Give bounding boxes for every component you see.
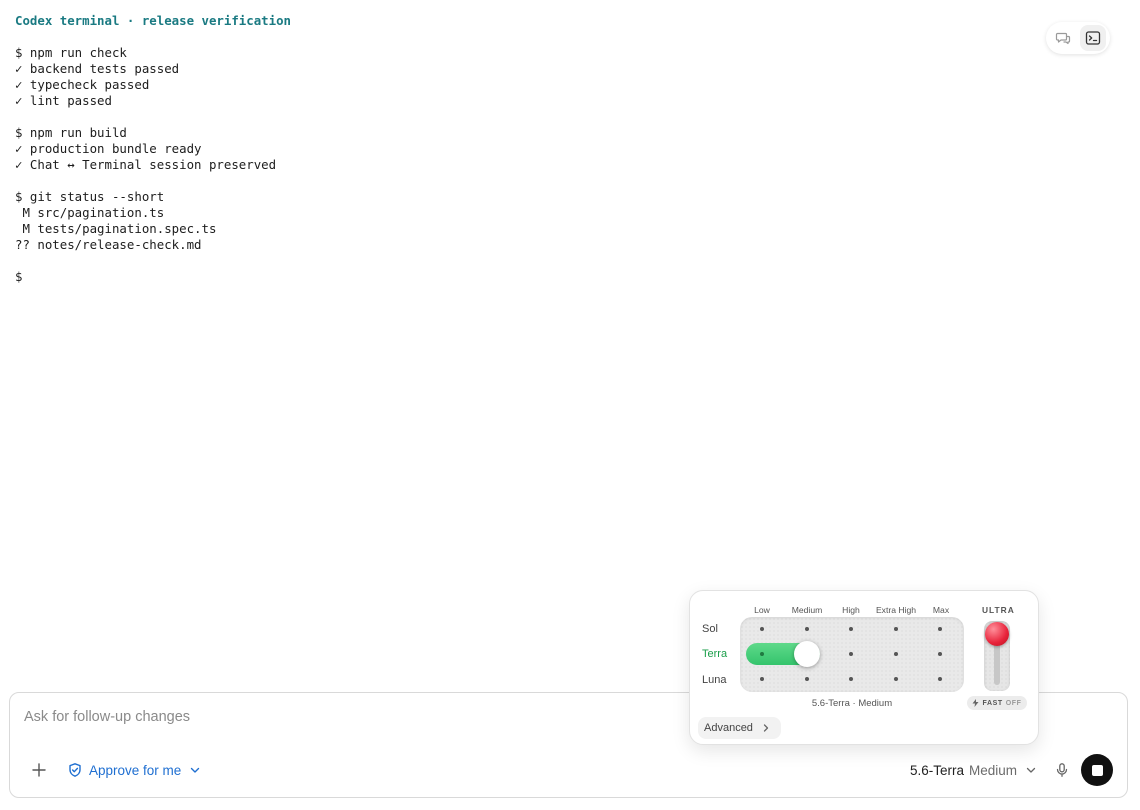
level-dot[interactable] xyxy=(849,652,853,656)
selection-caption: 5.6-Terra · Medium xyxy=(811,698,893,709)
model-row-luna[interactable]: Luna xyxy=(702,674,726,686)
follow-up-input[interactable] xyxy=(24,707,664,727)
model-name: 5.6-Terra xyxy=(910,762,965,778)
terminal-line: M src/pagination.ts xyxy=(15,205,165,220)
ultra-label: ULTRA xyxy=(982,605,1015,615)
terminal-line: ✓ Chat ↔ Terminal session preserved xyxy=(15,157,277,172)
fast-state: OFF xyxy=(1005,699,1022,707)
advanced-button[interactable]: Advanced xyxy=(698,717,781,739)
level-label-high[interactable]: High xyxy=(842,605,860,615)
terminal-block-build: $ npm run build ✓ production bundle read… xyxy=(15,125,291,173)
terminal-prompt[interactable]: $ xyxy=(15,269,291,285)
ultra-toggle[interactable] xyxy=(984,621,1010,691)
level-dot[interactable] xyxy=(894,652,898,656)
chat-icon xyxy=(1055,32,1071,45)
microphone-icon xyxy=(1056,763,1068,777)
fast-label: FAST xyxy=(982,699,1003,707)
terminal-line: $ git status --short xyxy=(15,189,165,204)
chevron-down-icon xyxy=(191,767,200,773)
approve-mode-button[interactable]: Approve for me xyxy=(67,759,201,781)
level-label-medium[interactable]: Medium xyxy=(792,605,823,615)
model-selector-button[interactable]: 5.6-Terra Medium xyxy=(910,759,1037,781)
stop-icon xyxy=(1091,764,1103,776)
level-dot[interactable] xyxy=(894,677,898,681)
ultra-toggle-knob[interactable] xyxy=(985,622,1009,646)
level-label-extra-high[interactable]: Extra High xyxy=(876,605,916,615)
level-label-low[interactable]: Low xyxy=(754,605,770,615)
terminal-line: ✓ backend tests passed xyxy=(15,61,180,76)
terminal-output: Codex terminal · release verification $ … xyxy=(15,13,291,285)
terminal-line: ✓ lint passed xyxy=(15,93,112,108)
model-picker-popover: Low Medium High Extra High Max Sol Terra… xyxy=(689,590,1039,745)
level-dot[interactable] xyxy=(849,627,853,631)
level-dot[interactable] xyxy=(849,677,853,681)
level-dot[interactable] xyxy=(894,627,898,631)
terminal-line: ✓ production bundle ready xyxy=(15,141,202,156)
voice-input-button[interactable] xyxy=(1051,759,1073,781)
level-dot[interactable] xyxy=(760,627,764,631)
terminal-view-button[interactable] xyxy=(1080,25,1106,51)
approve-mode-label: Approve for me xyxy=(89,762,182,778)
lightning-icon xyxy=(972,699,979,707)
plus-icon xyxy=(32,763,46,777)
reasoning-level-grid[interactable] xyxy=(740,617,964,692)
shield-check-icon xyxy=(69,763,81,777)
model-row-terra[interactable]: Terra xyxy=(702,648,727,660)
terminal-line: ?? notes/release-check.md xyxy=(15,237,202,252)
model-level: Medium xyxy=(969,762,1018,778)
level-dot[interactable] xyxy=(760,652,764,656)
terminal-line: $ npm run check xyxy=(15,45,127,60)
chevron-right-icon xyxy=(763,724,769,732)
add-attachment-button[interactable] xyxy=(28,759,50,781)
chevron-down-icon xyxy=(1026,767,1036,773)
fast-mode-toggle[interactable]: FAST OFF xyxy=(967,696,1027,710)
level-dot[interactable] xyxy=(805,677,809,681)
level-dot[interactable] xyxy=(938,652,942,656)
terminal-line: $ npm run build xyxy=(15,125,127,140)
level-slider-knob[interactable] xyxy=(794,641,820,667)
level-dot[interactable] xyxy=(938,677,942,681)
terminal-line: M tests/pagination.spec.ts xyxy=(15,221,217,236)
model-row-sol[interactable]: Sol xyxy=(702,623,718,635)
level-label-max[interactable]: Max xyxy=(933,605,949,615)
terminal-icon xyxy=(1085,31,1101,45)
level-dot[interactable] xyxy=(938,627,942,631)
view-toggle xyxy=(1046,22,1110,54)
chat-view-button[interactable] xyxy=(1050,25,1076,51)
level-dot[interactable] xyxy=(805,627,809,631)
level-dot[interactable] xyxy=(760,677,764,681)
stop-button[interactable] xyxy=(1081,754,1113,786)
terminal-block-check: $ npm run check ✓ backend tests passed ✓… xyxy=(15,45,291,109)
terminal-block-git-status: $ git status --short M src/pagination.ts… xyxy=(15,189,291,253)
terminal-line: ✓ typecheck passed xyxy=(15,77,150,92)
advanced-label: Advanced xyxy=(704,722,753,734)
terminal-title: Codex terminal · release verification xyxy=(15,13,292,28)
